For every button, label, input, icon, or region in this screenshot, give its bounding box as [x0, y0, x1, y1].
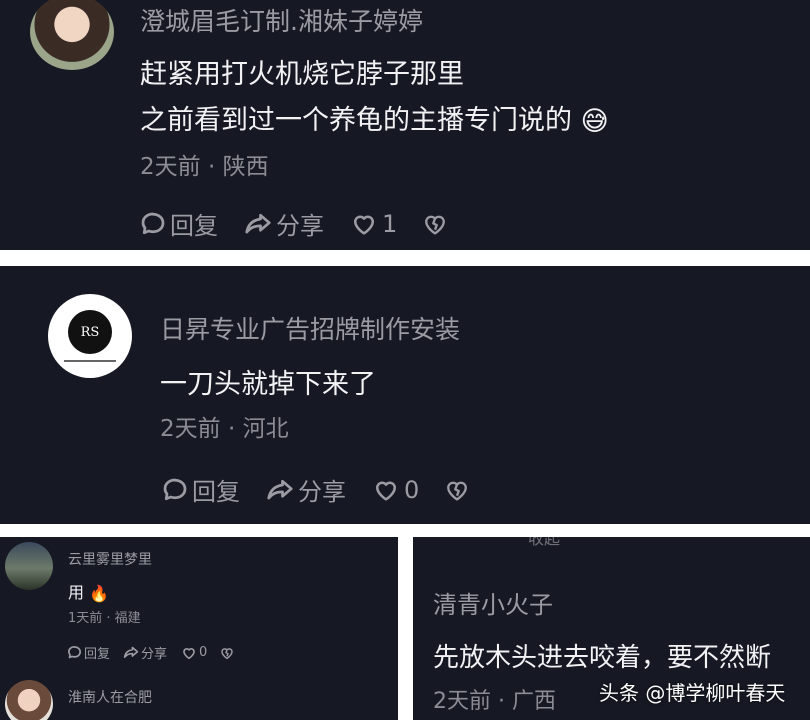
fire-emoji: 🔥 [89, 584, 110, 603]
like-button[interactable]: 1 [350, 210, 397, 238]
user-avatar[interactable] [5, 680, 53, 720]
comment-meta: 1天前 · 福建 [68, 611, 141, 626]
reply-button[interactable]: 回复 [66, 643, 110, 662]
share-arrow-icon [245, 213, 271, 233]
comment-card-2: RS 日昇专业广告招牌制作安装 一刀头就掉下来了 2天前 · 河北 回复 分享 … [0, 266, 810, 524]
reply-label: 回复 [170, 212, 218, 240]
heart-icon [183, 647, 195, 659]
comment-bubble-icon [141, 212, 165, 234]
user-avatar[interactable]: RS [48, 294, 132, 378]
share-button[interactable]: 分享 [264, 472, 346, 507]
comment-username[interactable]: 清青小火子 [433, 585, 553, 620]
comment-text-line: 用 🔥 [68, 579, 109, 603]
dislike-button[interactable] [219, 645, 235, 661]
comment-text: 之前看到过一个养龟的主播专门说的 [140, 105, 572, 136]
comment-text: 先放木头进去咬着，要不然断 [433, 643, 772, 673]
sweat-smile-emoji: 😅 [580, 106, 609, 137]
brand-logo: RS [68, 310, 112, 354]
comment-text: 一刀头就掉下来了 [160, 369, 376, 400]
share-button[interactable]: 分享 [122, 643, 167, 662]
comment-actions: 回复 分享 0 [160, 472, 471, 507]
comment-meta: 2天前 · 陕西 [140, 154, 269, 180]
like-button[interactable]: 0 [181, 645, 207, 661]
comment-username[interactable]: 澄城眉毛订制.湘妹子婷婷 [140, 2, 423, 38]
comment-username[interactable]: 云里雾里梦里 [68, 549, 152, 569]
comment-username[interactable]: 日昇专业广告招牌制作安装 [160, 310, 460, 346]
broken-heart-icon [221, 647, 234, 659]
share-label: 分享 [276, 212, 324, 240]
logo-caption-line [64, 360, 116, 362]
comment-actions: 回复 分享 0 [66, 643, 235, 662]
reply-button[interactable]: 回复 [138, 206, 218, 241]
share-label: 分享 [298, 478, 346, 506]
heart-icon [353, 215, 375, 235]
reply-button[interactable]: 回复 [160, 472, 240, 507]
comment-username[interactable]: 淮南人在合肥 [68, 687, 152, 707]
dislike-button[interactable] [443, 476, 471, 504]
like-button[interactable]: 0 [372, 476, 419, 504]
broken-heart-icon [447, 481, 468, 500]
share-arrow-icon [123, 646, 139, 658]
collapse-replies-link[interactable]: 收起 ^ [528, 537, 579, 549]
like-count: 0 [404, 475, 420, 504]
reply-label: 回复 [84, 647, 111, 662]
comment-card-3: 云里雾里梦里 用 🔥 1天前 · 福建 回复 分享 0 淮南人在合肥 [0, 537, 398, 720]
comment-meta: 2天前 · 河北 [160, 416, 289, 442]
broken-heart-icon [425, 215, 446, 234]
share-button[interactable]: 分享 [242, 206, 324, 241]
comment-card-1: 澄城眉毛订制.湘妹子婷婷 赶紧用打火机烧它脖子那里 之前看到过一个养龟的主播专门… [0, 0, 810, 250]
user-avatar[interactable] [30, 0, 114, 70]
comment-text-line-2: 之前看到过一个养龟的主播专门说的 😅 [140, 98, 609, 137]
like-count: 1 [382, 209, 398, 238]
share-arrow-icon [267, 479, 293, 499]
heart-icon [375, 481, 397, 501]
reply-label: 回复 [192, 478, 240, 506]
share-label: 分享 [141, 647, 168, 662]
comment-actions: 回复 分享 1 [138, 206, 449, 241]
watermark: 头条 @博学柳叶春天 [599, 681, 786, 705]
comment-card-4: 收起 ^ 清青小火子 先放木头进去咬着，要不然断 2天前 · 广西 头条 @博学… [413, 537, 810, 720]
user-avatar[interactable] [5, 542, 53, 590]
comment-text: 用 [68, 583, 85, 602]
like-count: 0 [199, 645, 208, 660]
dislike-button[interactable] [421, 210, 449, 238]
comment-bubble-icon [163, 478, 187, 500]
comment-text-line-1: 赶紧用打火机烧它脖子那里 [140, 59, 464, 90]
comment-bubble-icon [67, 645, 82, 659]
comment-meta: 2天前 · 广西 [433, 689, 556, 714]
